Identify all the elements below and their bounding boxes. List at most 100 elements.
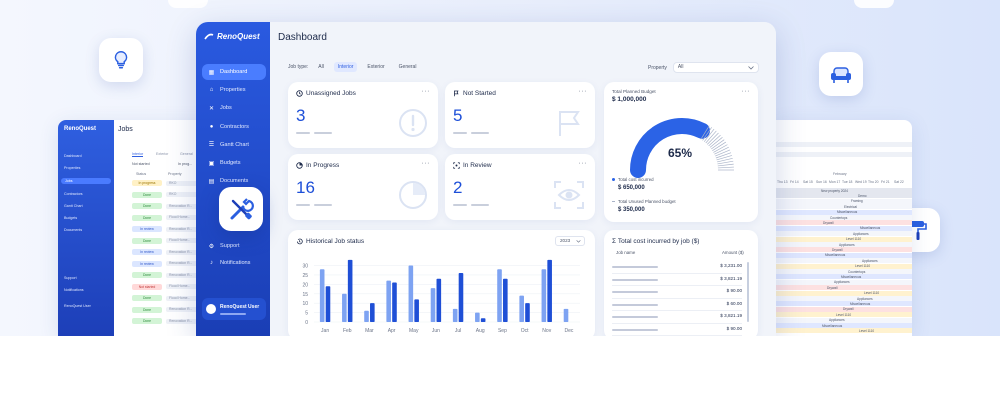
sidebar-item-gantt-chart[interactable]: ☰ Gantt Chart	[202, 137, 266, 153]
sidebar-item-budgets[interactable]: ▣ Budgets	[202, 155, 266, 171]
jobs-tab[interactable]: General	[180, 152, 193, 156]
bar-series-1[interactable]	[452, 308, 458, 322]
gantt-task-label: Framing	[851, 199, 863, 204]
more-options-icon[interactable]: ···	[422, 88, 431, 95]
cost-scrollbar[interactable]	[747, 262, 749, 322]
bar-series-2[interactable]	[547, 259, 552, 322]
filter-chip-all[interactable]: All	[314, 62, 328, 72]
bar-series-2[interactable]	[525, 303, 530, 322]
placeholder-line	[453, 132, 467, 134]
cost-by-job-card[interactable]: Σ Total cost incurred by job ($) Job nam…	[604, 230, 758, 336]
jobs-nav-item[interactable]: Notifications	[64, 288, 84, 292]
filter-chip-general[interactable]: General	[395, 62, 421, 72]
jobs-nav-item[interactable]: Support	[64, 276, 77, 280]
cost-table-row[interactable]: $ 3,821.19	[612, 275, 742, 285]
jobs-tab[interactable]: Interior	[132, 152, 144, 157]
historical-job-status-card[interactable]: Historical Job status 2023 0 5 10 15 20 25 30 J…	[288, 230, 595, 336]
jobs-group-not-started: Not started	[132, 162, 150, 166]
in-review-card[interactable]: In Review ··· 2	[445, 154, 595, 220]
sidebar-item-properties[interactable]: ⌂ Properties	[202, 82, 266, 98]
gantt-day: Sat 22	[894, 180, 904, 184]
jobs-nav-item[interactable]: Properties	[64, 166, 80, 170]
cost-amount: $ 60.00	[726, 300, 742, 306]
bar-series-1[interactable]	[563, 308, 569, 322]
more-options-icon[interactable]: ···	[422, 160, 431, 167]
bar-series-2[interactable]	[480, 318, 486, 322]
bar-series-1[interactable]	[497, 269, 502, 322]
property-select[interactable]: All	[672, 62, 759, 73]
cost-table-row[interactable]: $ 90.00	[612, 325, 742, 335]
bar-series-1[interactable]	[430, 288, 436, 322]
jobs-tab[interactable]: Exterior	[156, 152, 168, 156]
sidebar-item-dashboard[interactable]: ▦ Dashboard	[202, 64, 266, 80]
cost-table-row[interactable]: $ 3,231.00	[612, 262, 742, 272]
user-profile[interactable]: RenoQuest User	[202, 298, 266, 320]
sidebar-item-notifications[interactable]: ♪ Notifications	[202, 255, 266, 271]
bar-series-1[interactable]	[342, 293, 347, 322]
planned-budget-card[interactable]: Total Planned Budget $ 1,000,000 ··· 65%…	[604, 82, 758, 222]
job-status-badge[interactable]: Done	[132, 272, 162, 278]
bar-series-2[interactable]	[392, 282, 397, 322]
jobs-nav-item[interactable]: Dashboard	[64, 154, 82, 158]
cost-table-row[interactable]: $ 3,821.19	[612, 312, 742, 322]
bar-series-2[interactable]	[458, 273, 464, 322]
jobs-nav-item-active[interactable]: Jobs	[61, 178, 111, 184]
bar-series-2[interactable]	[414, 299, 419, 322]
jobs-group-in-progress: In prog...	[178, 162, 193, 166]
job-status-badge[interactable]: Done	[132, 295, 162, 301]
legend-incurred-label: Total cost incurred	[618, 177, 654, 182]
bar-series-1[interactable]	[364, 310, 369, 322]
bar-series-1[interactable]	[541, 269, 547, 322]
bar-series-2[interactable]	[347, 259, 353, 322]
more-options-icon[interactable]: ···	[742, 88, 751, 95]
job-status-badge[interactable]: Done	[132, 318, 162, 324]
jobs-nav-item[interactable]: Gantt Chart	[64, 204, 83, 208]
bar-series-2[interactable]	[370, 303, 375, 322]
jobs-nav-item[interactable]: Budgets	[64, 216, 77, 220]
job-status-badge[interactable]: Done	[132, 191, 162, 198]
unassigned-jobs-label: Unassigned Jobs	[306, 90, 356, 97]
bar-series-2[interactable]	[503, 278, 508, 322]
sidebar-item-contractors[interactable]: ● Contractors	[202, 119, 266, 135]
filter-chip-interior[interactable]: Interior	[333, 62, 358, 72]
job-status-badge[interactable]: In review	[132, 249, 162, 255]
job-status-badge[interactable]: Done	[132, 203, 162, 209]
more-options-icon[interactable]: ···	[579, 160, 588, 167]
bar-series-1[interactable]	[319, 269, 325, 322]
jobs-nav-item[interactable]: Documents	[64, 228, 82, 232]
unassigned-jobs-card[interactable]: Unassigned Jobs ··· 3	[288, 82, 438, 148]
bar-series-1[interactable]	[519, 295, 524, 322]
jobs-nav-item[interactable]: Contractors	[64, 192, 83, 196]
gauge-hatch	[717, 166, 734, 169]
job-status-badge[interactable]: In progress	[132, 180, 162, 186]
in-progress-card[interactable]: In Progress ··· 16	[288, 154, 438, 220]
cost-table-row[interactable]: $ 90.00	[612, 287, 742, 297]
bar-series-1[interactable]	[386, 280, 391, 322]
legend-unused-value: $ 350,000	[618, 207, 645, 213]
bar-series-2[interactable]	[325, 286, 331, 322]
job-status-badge[interactable]: In review	[132, 260, 162, 267]
x-tick-label: Dec	[564, 328, 573, 334]
eye-scan-icon	[554, 181, 584, 209]
filter-chip-exterior[interactable]: Exterior	[363, 62, 388, 72]
legend-unused-label: Total Unused Planned budget	[618, 199, 676, 204]
cost-table-row[interactable]: $ 60.00	[612, 300, 742, 310]
property-label: Property	[648, 64, 667, 71]
more-options-icon[interactable]: ···	[579, 88, 588, 95]
job-status-badge[interactable]: Done	[132, 237, 162, 244]
job-status-badge[interactable]: Not started	[132, 283, 162, 290]
job-status-badge[interactable]: Done	[132, 306, 162, 313]
jobs-user[interactable]: RenoQuest User	[64, 304, 91, 308]
bar-series-1[interactable]	[475, 312, 480, 322]
sidebar-item-jobs[interactable]: ✕ Jobs	[202, 100, 266, 116]
property-filter: Property All	[648, 62, 759, 73]
job-status-badge[interactable]: Done	[132, 214, 162, 221]
bar-series-2[interactable]	[436, 278, 442, 322]
gantt-icon: ☰	[208, 142, 215, 149]
bar-series-1[interactable]	[408, 265, 414, 322]
cost-col-amount: Amount ($)	[722, 250, 744, 255]
job-status-badge[interactable]: In review	[132, 226, 162, 232]
year-select[interactable]: 2023	[555, 236, 585, 246]
not-started-card[interactable]: Not Started ··· 5	[445, 82, 595, 148]
sidebar-item-support[interactable]: ⚙ Support	[202, 238, 266, 254]
